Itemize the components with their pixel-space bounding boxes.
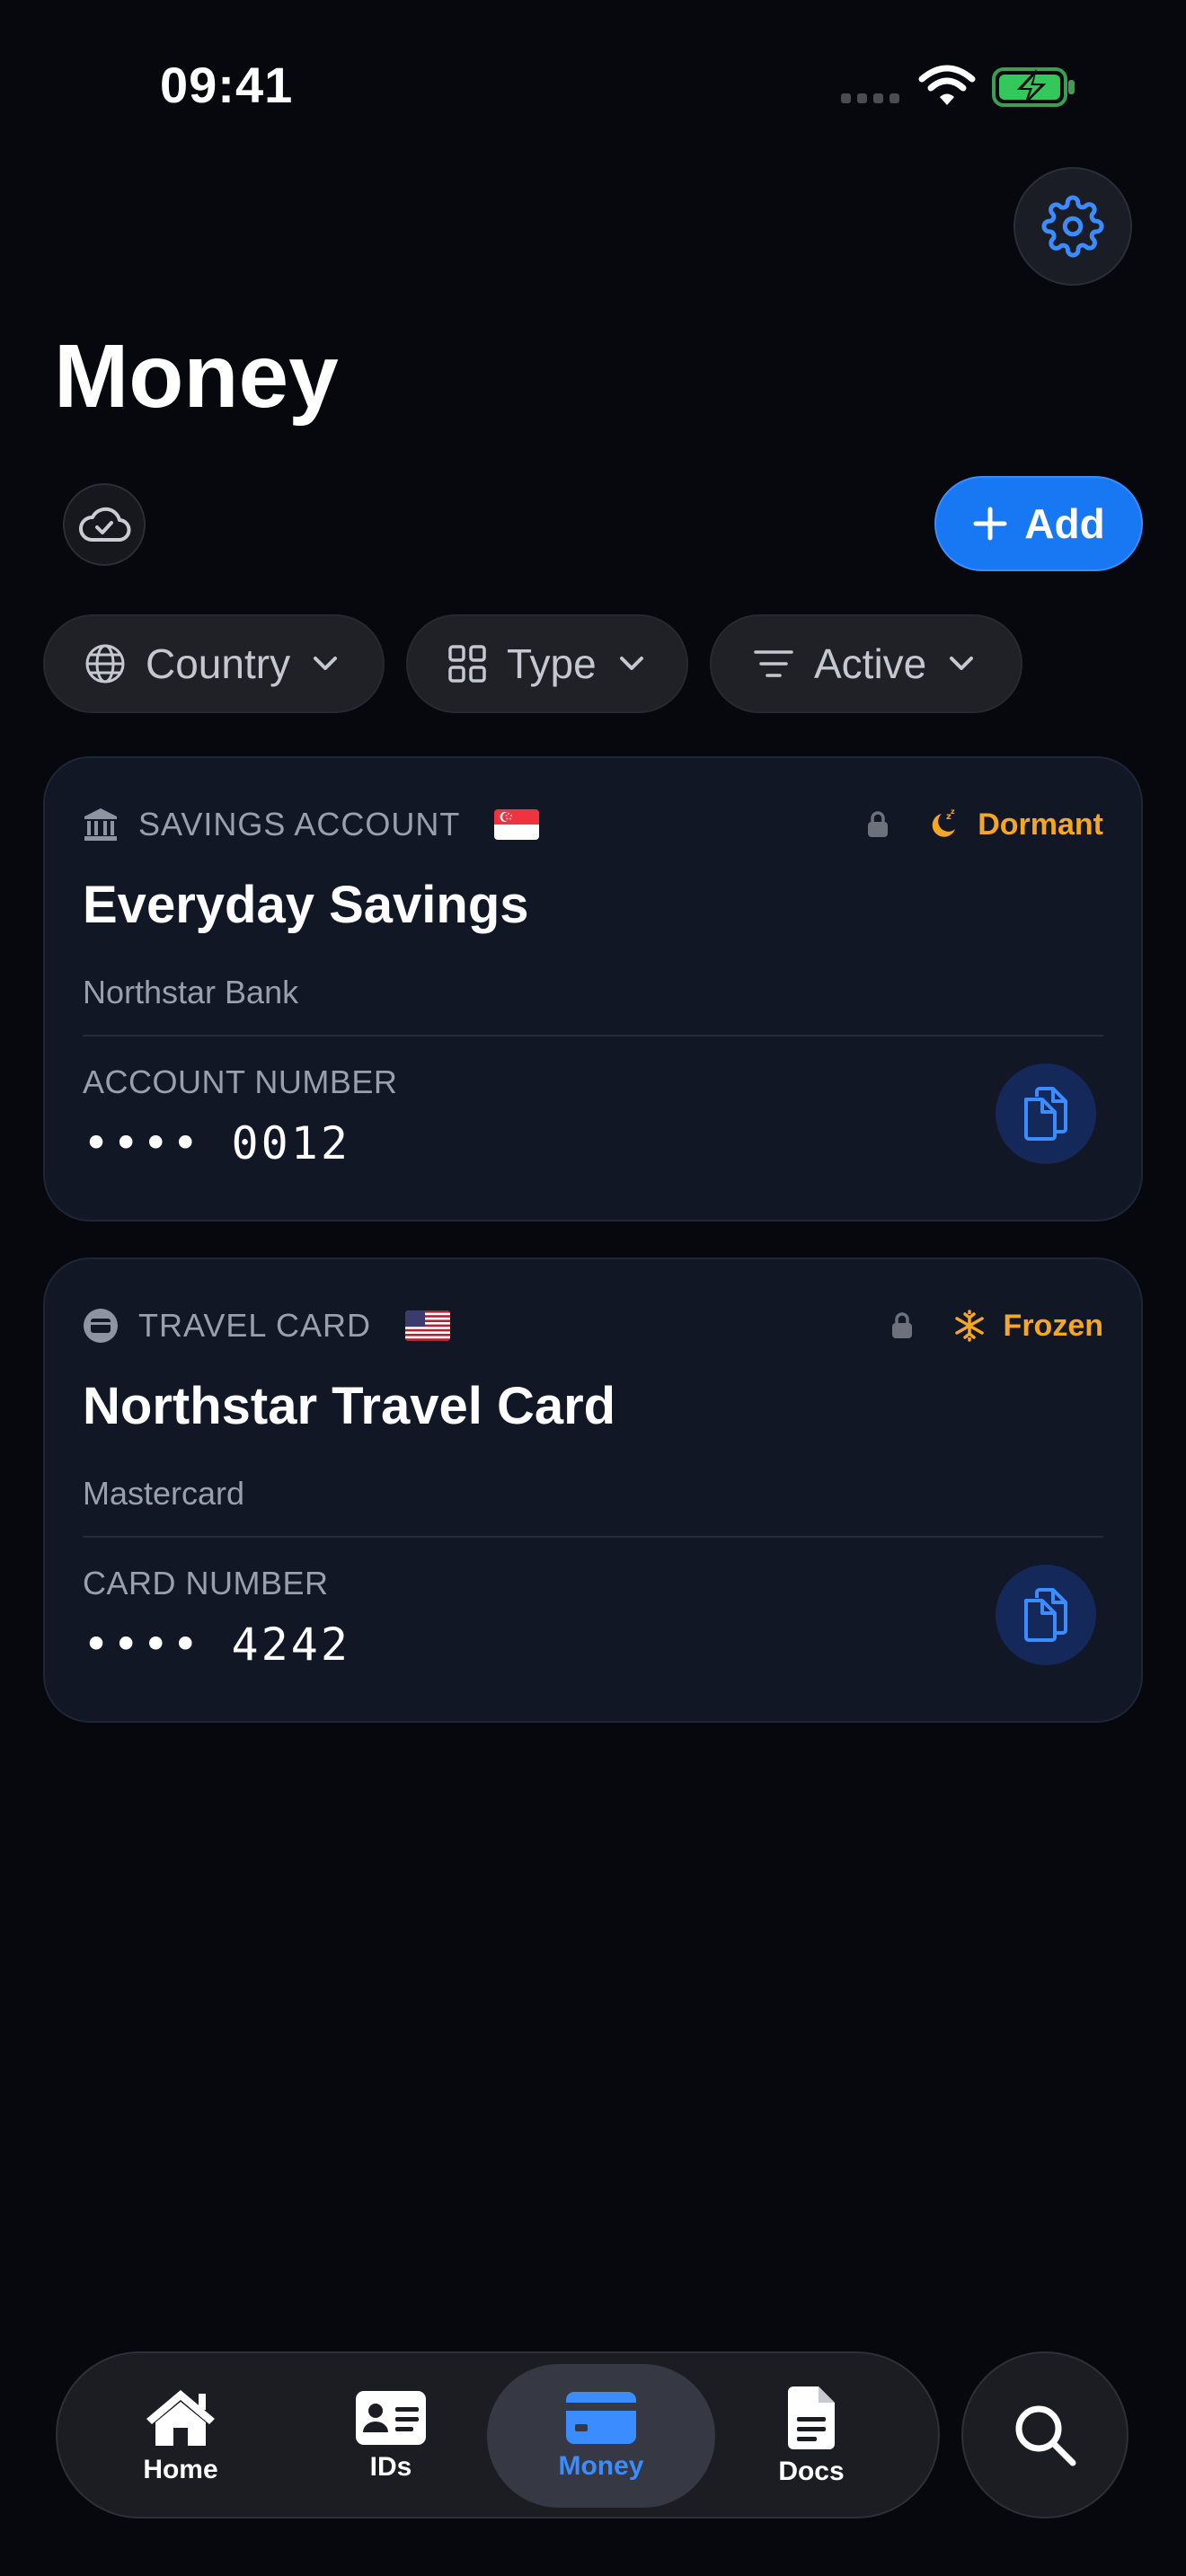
tab-docs[interactable]: Docs [697, 2364, 925, 2508]
snowflake-icon [954, 1310, 984, 1342]
savings-account-card[interactable]: SAVINGS ACCOUNT z z Dormant Everyday Sav… [43, 756, 1143, 1222]
card-subtitle: Mastercard [83, 1475, 245, 1512]
status-time: 09:41 [160, 57, 294, 113]
document-icon [788, 2386, 835, 2449]
number-label: CARD NUMBER [83, 1565, 329, 1601]
card-type-label: SAVINGS ACCOUNT [138, 806, 461, 842]
plus-icon [973, 507, 1007, 541]
status-badge: Frozen [1003, 1308, 1103, 1343]
travel-card-card[interactable]: TRAVEL CARD Frozen Northstar Travel Card… [43, 1257, 1143, 1723]
masked-number: •••• 4242 [83, 1619, 350, 1671]
filter-country[interactable]: Country [43, 614, 385, 713]
money-screen: 09:41 Money Add Country Type Active SAVI… [0, 0, 1186, 2576]
card-title: Everyday Savings [83, 876, 529, 934]
card-icon [84, 1309, 118, 1343]
gear-icon [1041, 195, 1104, 258]
grid-icon [448, 645, 486, 683]
wifi-icon [918, 65, 976, 105]
search-icon [1015, 2405, 1076, 2466]
globe-icon [85, 644, 125, 684]
lock-icon [891, 1312, 912, 1338]
tab-money-label: Money [558, 2451, 644, 2481]
filter-lines-icon [754, 650, 793, 677]
filter-country-label: Country [146, 640, 291, 687]
chevron-down-icon [619, 657, 643, 670]
chevron-down-icon [314, 657, 338, 670]
filter-active[interactable]: Active [710, 614, 1022, 713]
id-card-icon [356, 2391, 426, 2445]
card-type-label: TRAVEL CARD [138, 1307, 372, 1344]
chevron-down-icon [950, 657, 974, 670]
tab-bar: Home IDs Money Docs [56, 2351, 940, 2519]
masked-number: •••• 0012 [83, 1117, 350, 1169]
tab-ids[interactable]: IDs [277, 2364, 505, 2508]
settings-button[interactable] [1013, 167, 1132, 286]
singapore-flag-icon [494, 809, 540, 840]
cellular-signal-icon [841, 93, 899, 103]
copy-icon [1024, 1087, 1067, 1141]
card-title: Northstar Travel Card [83, 1377, 616, 1435]
number-label: ACCOUNT NUMBER [83, 1063, 398, 1100]
svg-text:z: z [951, 807, 955, 816]
tab-ids-label: IDs [369, 2452, 412, 2482]
tab-home[interactable]: Home [66, 2364, 295, 2508]
add-button-label: Add [1024, 500, 1105, 547]
cloud-check-icon [79, 507, 131, 542]
battery-charging-icon [992, 67, 1075, 107]
search-button[interactable] [961, 2351, 1128, 2519]
united-states-flag-icon [405, 1310, 451, 1341]
divider [83, 1536, 1103, 1538]
lock-icon [868, 811, 889, 837]
tab-docs-label: Docs [778, 2457, 845, 2486]
credit-card-icon [566, 2392, 636, 2444]
tab-money[interactable]: Money [487, 2364, 715, 2508]
status-badge: Dormant [978, 807, 1103, 842]
copy-button[interactable] [996, 1565, 1096, 1665]
add-button[interactable]: Add [934, 476, 1143, 571]
bank-icon [84, 808, 117, 841]
filter-active-label: Active [814, 640, 927, 687]
cloud-sync-button[interactable] [63, 483, 146, 566]
filter-type[interactable]: Type [406, 614, 688, 713]
copy-icon [1024, 1588, 1067, 1642]
moon-sleep-icon: z z [932, 807, 956, 837]
divider [83, 1035, 1103, 1037]
page-title: Money [54, 326, 339, 427]
tab-home-label: Home [143, 2455, 218, 2484]
filter-type-label: Type [507, 640, 597, 687]
copy-button[interactable] [996, 1063, 1096, 1164]
card-subtitle: Northstar Bank [83, 974, 299, 1010]
house-icon [146, 2390, 215, 2446]
